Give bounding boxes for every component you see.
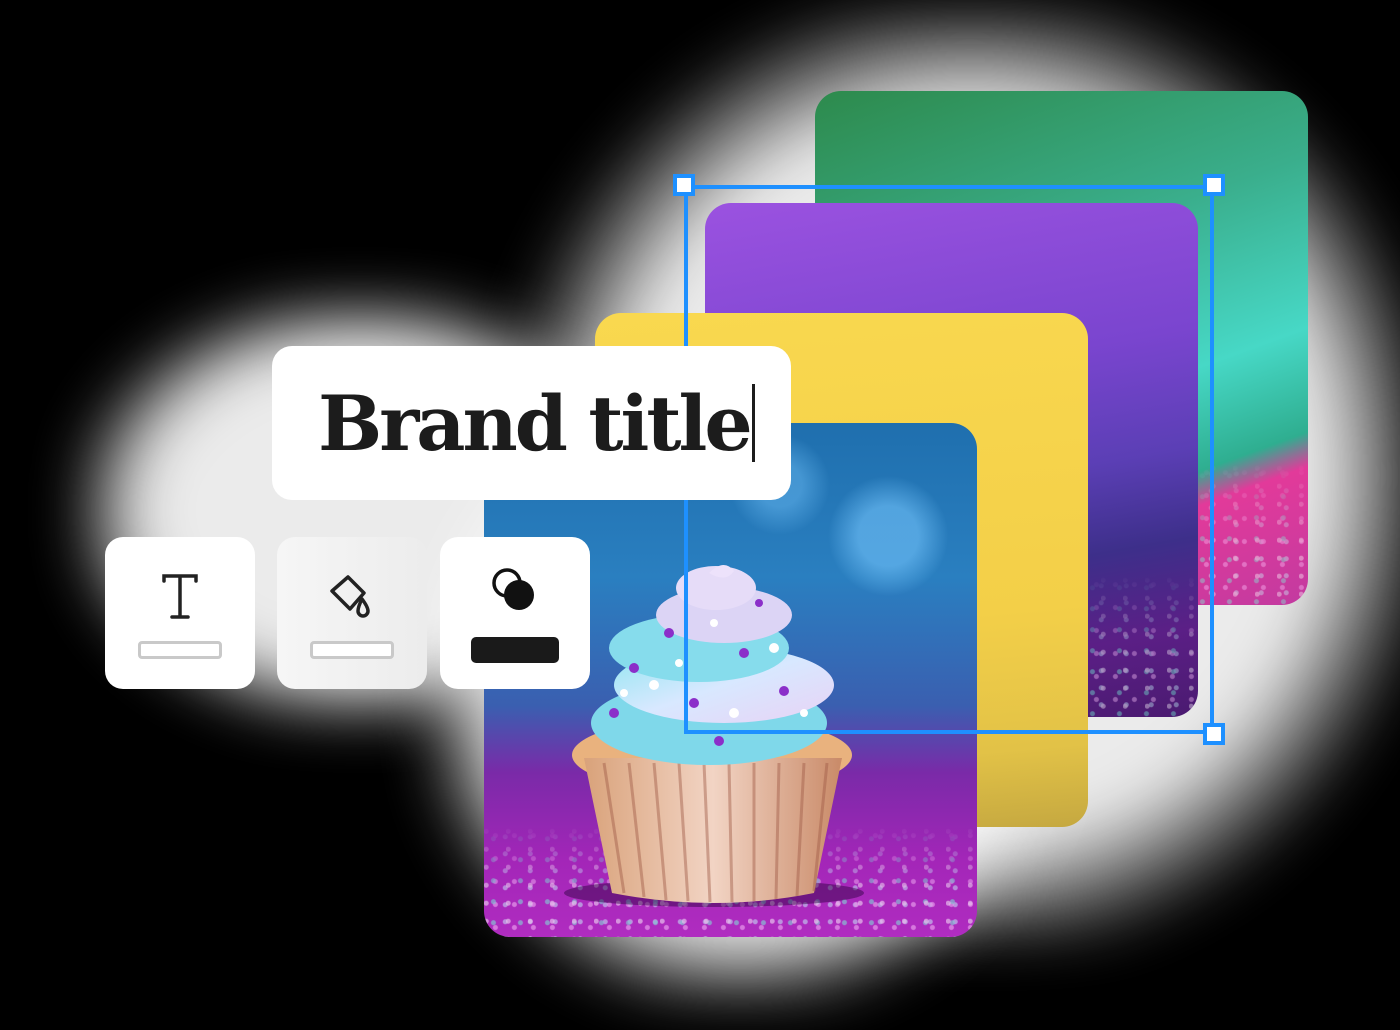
- text-tool-button[interactable]: [105, 537, 255, 689]
- fill-tool-button[interactable]: [277, 537, 427, 689]
- fill-color-swatch: [310, 641, 394, 659]
- text-color-swatch: [138, 641, 222, 659]
- text-cursor: [751, 384, 755, 462]
- paint-bucket-icon: [330, 575, 370, 618]
- title-text-box[interactable]: Brand title: [272, 346, 791, 500]
- resize-handle-bottom-right[interactable]: [1203, 723, 1225, 745]
- resize-handle-top-right[interactable]: [1203, 174, 1225, 196]
- text-icon: [162, 574, 198, 619]
- shape-color-swatch: [471, 637, 559, 663]
- shapes-icon: [492, 568, 534, 610]
- shape-tool-button[interactable]: [440, 537, 590, 689]
- resize-handle-top-left[interactable]: [673, 174, 695, 196]
- brand-title-text[interactable]: Brand title: [318, 379, 753, 468]
